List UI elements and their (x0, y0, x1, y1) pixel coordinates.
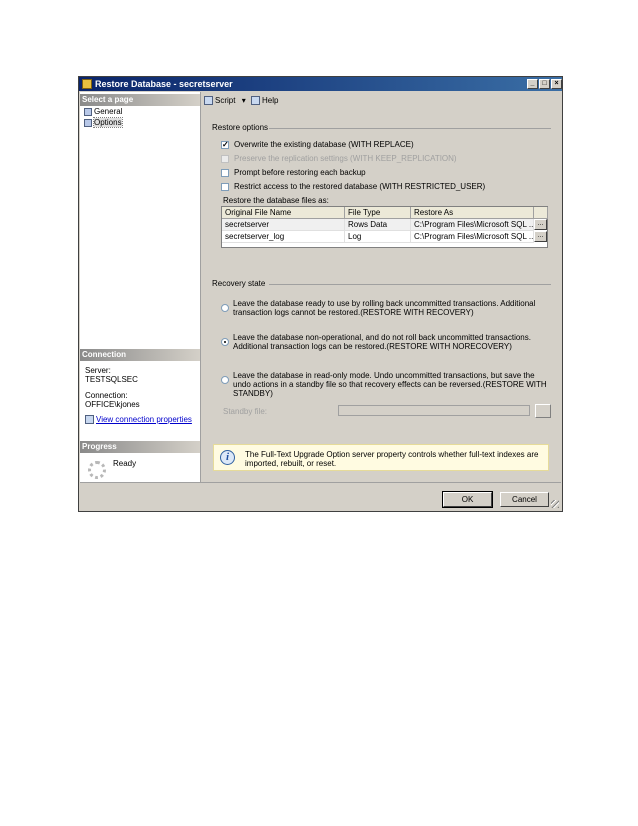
column-header-file-type[interactable]: File Type (345, 207, 411, 219)
script-icon (204, 96, 213, 106)
help-button[interactable]: Help (251, 95, 278, 106)
recovery-option-label: Leave the database ready to use by rolli… (233, 299, 536, 317)
prompt-before-restoring-checkbox[interactable]: Prompt before restoring each backup (221, 168, 366, 178)
standby-file-label: Standby file: (223, 407, 268, 416)
page-icon (84, 107, 92, 116)
cancel-button[interactable]: Cancel (500, 492, 549, 507)
radio-icon (221, 376, 229, 384)
page-item-label: Options (93, 117, 123, 128)
restore-options-label: Restore options (212, 123, 269, 132)
restrict-access-checkbox[interactable]: Restrict access to the restored database… (221, 182, 485, 192)
table-cell[interactable]: secretserver (222, 219, 345, 231)
progress-status: Ready (113, 459, 137, 468)
overwrite-checkbox[interactable]: ✓ Overwrite the existing database (WITH R… (221, 140, 414, 150)
restrict-access-label: Restrict access to the restored database… (234, 182, 486, 191)
column-header-original[interactable]: Original File Name (222, 207, 345, 219)
connection-value: OFFICE\kjones (85, 400, 140, 409)
overwrite-label: Overwrite the existing database (WITH RE… (234, 140, 414, 149)
checkbox-checked-icon: ✓ (221, 139, 229, 149)
window-title: Restore Database - secretserver (95, 79, 233, 89)
preserve-replication-label: Preserve the replication settings (WITH … (234, 154, 457, 163)
resize-grip-icon[interactable] (551, 500, 559, 508)
restore-database-dialog: Restore Database - secretserver _ □ × Se… (78, 76, 563, 512)
progress-header: Progress (80, 441, 200, 453)
connection-properties-icon (85, 415, 94, 425)
minimize-button[interactable]: _ (527, 79, 538, 89)
info-notice: i The Full-Text Upgrade Option server pr… (213, 444, 549, 471)
checkbox-icon (221, 168, 229, 177)
browse-button[interactable]: ... (534, 219, 547, 230)
title-bar[interactable]: Restore Database - secretserver _ □ × (79, 77, 562, 91)
standby-browse-button[interactable] (535, 404, 551, 418)
ok-button[interactable]: OK (442, 491, 493, 508)
table-cell[interactable]: Log (345, 231, 411, 243)
database-icon (82, 79, 92, 89)
page-item-label: General (94, 107, 123, 116)
select-page-header: Select a page (80, 94, 200, 106)
close-button[interactable]: × (551, 79, 562, 89)
chevron-down-icon[interactable]: ▾ (242, 96, 246, 105)
server-value: TESTSQLSEC (85, 375, 138, 384)
notice-text: The Full-Text Upgrade Option server prop… (245, 450, 539, 468)
restore-files-label: Restore the database files as: (223, 196, 329, 205)
progress-spinner-icon (88, 461, 106, 479)
standby-option-label: Leave the database in read-only mode. Un… (233, 371, 547, 398)
norecovery-option-label: Leave the database non-operational, and … (233, 333, 531, 351)
options-pane: Script ▾ Help Restore options ✓ Overwrite… (201, 92, 561, 498)
checkbox-icon (221, 182, 229, 191)
radio-icon (221, 304, 229, 312)
restore-files-grid: Original File Name File Type Restore As … (221, 206, 548, 248)
info-icon: i (220, 450, 235, 465)
column-header-restore-as[interactable]: Restore As (411, 207, 534, 219)
connection-header: Connection (80, 349, 200, 361)
help-label: Help (262, 96, 279, 105)
script-button[interactable]: Script ▾ (204, 95, 246, 106)
table-cell[interactable]: secretserver_log (222, 231, 345, 243)
recovery-state-label: Recovery state (212, 279, 266, 288)
maximize-button[interactable]: □ (539, 79, 550, 89)
table-cell[interactable]: C:\Program Files\Microsoft SQL ... (411, 219, 534, 231)
standby-file-input[interactable] (338, 405, 530, 416)
divider (269, 128, 551, 129)
connection-label: Connection: (85, 391, 128, 400)
left-pane: Select a page General Options Connection… (80, 92, 201, 498)
button-bar: OK Cancel (80, 482, 561, 510)
table-cell[interactable]: C:\Program Files\Microsoft SQL ... (411, 231, 534, 243)
page-icon (84, 118, 92, 127)
prompt-label: Prompt before restoring each backup (234, 168, 366, 177)
server-label: Server: (85, 366, 111, 375)
browse-button[interactable]: ... (534, 231, 547, 242)
view-connection-properties[interactable]: View connection properties (85, 415, 192, 425)
script-label: Script (215, 96, 236, 105)
table-cell[interactable]: Rows Data (345, 219, 411, 231)
divider (269, 284, 551, 285)
help-icon (251, 96, 260, 106)
radio-selected-icon (221, 338, 229, 346)
view-connection-link[interactable]: View connection properties (96, 415, 192, 424)
page-item-general[interactable]: General (84, 107, 122, 117)
preserve-replication-checkbox[interactable]: Preserve the replication settings (WITH … (221, 154, 457, 164)
checkbox-icon (221, 154, 229, 163)
column-header-browse (534, 207, 548, 219)
page-item-options[interactable]: Options (84, 117, 123, 128)
